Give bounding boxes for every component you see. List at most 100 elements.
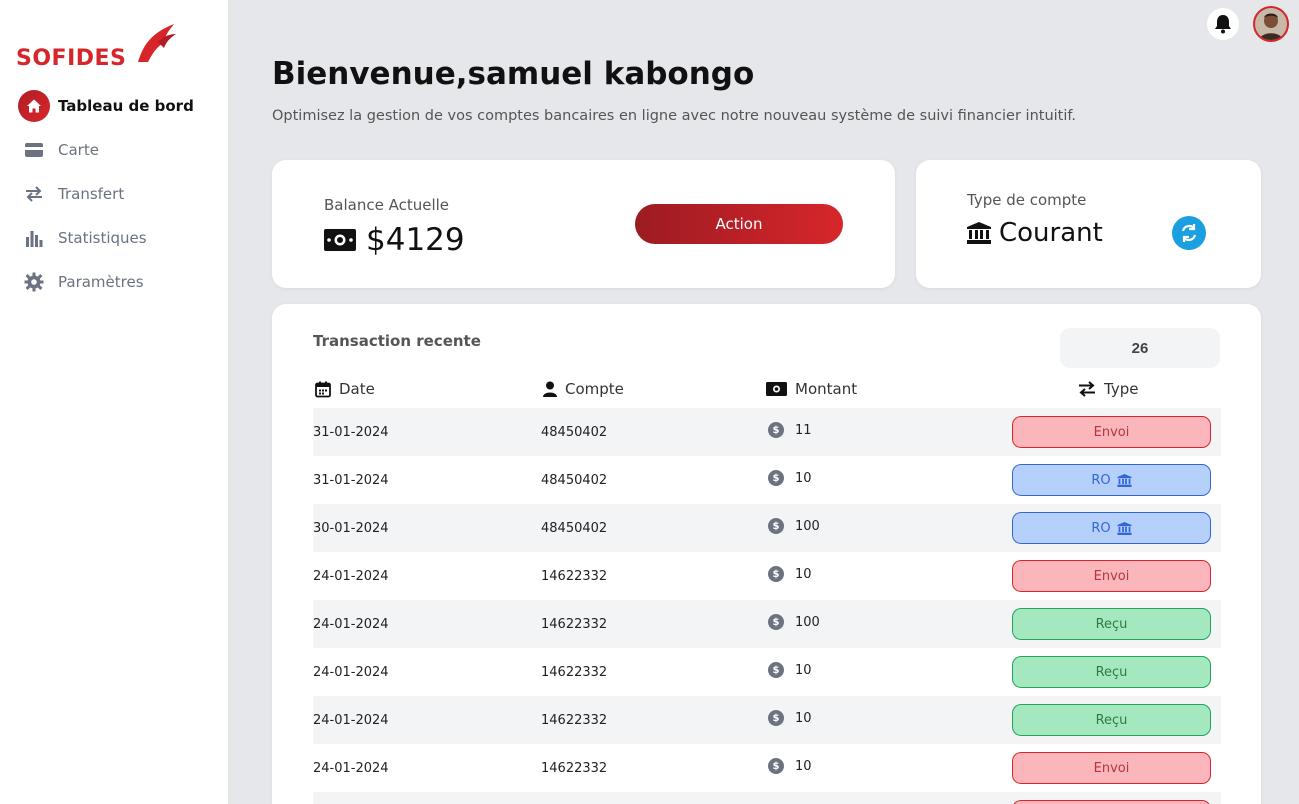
row-type-badge[interactable]: Envoi — [1012, 560, 1211, 592]
home-icon — [18, 90, 50, 122]
chart-icon — [18, 222, 50, 254]
transactions-header: Date Compte Montant Type — [313, 372, 1221, 406]
row-type-badge[interactable] — [1012, 800, 1211, 804]
action-button[interactable]: Action — [635, 204, 843, 244]
row-account: 14622332 — [541, 569, 608, 584]
sidebar-item-parametres[interactable]: Paramètres — [18, 260, 218, 304]
table-row[interactable]: 24-01-2024 14622332 $10 Envoi — [313, 552, 1221, 600]
sidebar-item-tableau-de-bord[interactable]: Tableau de bord — [18, 84, 218, 128]
account-type-value: Courant — [999, 218, 1103, 248]
money-icon — [324, 229, 356, 251]
row-account: 48450402 — [541, 521, 608, 536]
row-account: 14622332 — [541, 665, 608, 680]
user-icon — [543, 381, 557, 397]
column-type[interactable]: Type — [1078, 380, 1138, 398]
sidebar: SOFIDES Tableau de bord Carte Transfert — [0, 0, 228, 804]
row-type-badge[interactable]: Envoi — [1012, 752, 1211, 784]
row-amount: $100 — [768, 518, 820, 534]
table-row[interactable]: 24-01-2024 14622332 $100 Reçu — [313, 600, 1221, 648]
column-account-label: Compte — [565, 380, 624, 398]
row-amount: $10 — [768, 662, 812, 678]
bank-icon — [1117, 473, 1132, 487]
row-amount-value: 10 — [795, 566, 812, 582]
table-row[interactable]: 24-01-2024 14622332 $10 Envoi — [313, 744, 1221, 792]
dollar-coin-icon: $ — [768, 470, 784, 486]
money-icon — [766, 382, 787, 396]
transactions-title: Transaction recente — [313, 332, 481, 350]
column-date-label: Date — [339, 380, 375, 398]
account-type-value-row: Courant — [967, 218, 1103, 248]
sidebar-item-transfert[interactable]: Transfert — [18, 172, 218, 216]
row-type-label: Envoi — [1093, 760, 1130, 776]
row-type-label: RO — [1091, 472, 1111, 488]
sidebar-item-carte[interactable]: Carte — [18, 128, 218, 172]
dollar-coin-icon: $ — [768, 614, 784, 630]
table-row[interactable] — [313, 792, 1221, 804]
sidebar-item-label: Tableau de bord — [58, 97, 194, 115]
row-type-label: Reçu — [1095, 664, 1128, 680]
user-photo-icon — [1255, 8, 1287, 40]
row-type-badge[interactable]: Reçu — [1012, 704, 1211, 736]
row-date: 24-01-2024 — [313, 761, 389, 776]
balance-card: Balance Actuelle $4129 Action — [272, 160, 895, 288]
table-row[interactable]: 31-01-2024 48450402 $10 RO — [313, 456, 1221, 504]
sidebar-item-statistiques[interactable]: Statistiques — [18, 216, 218, 260]
row-date: 30-01-2024 — [313, 521, 389, 536]
row-account: 48450402 — [541, 425, 608, 440]
logo-text: SOFIDES — [16, 46, 127, 71]
column-account[interactable]: Compte — [543, 380, 624, 398]
page-title: Bienvenue,samuel kabongo — [272, 56, 755, 92]
table-row[interactable]: 24-01-2024 14622332 $10 Reçu — [313, 696, 1221, 744]
row-amount-value: 10 — [795, 662, 812, 678]
row-type-badge[interactable]: RO — [1012, 512, 1211, 544]
row-type-label: Reçu — [1095, 712, 1128, 728]
sidebar-item-label: Paramètres — [58, 273, 144, 291]
transfer-icon — [1079, 381, 1095, 397]
notifications-button[interactable] — [1207, 8, 1239, 40]
bell-icon — [1215, 15, 1231, 34]
row-amount-value: 11 — [795, 422, 812, 438]
dollar-coin-icon: $ — [768, 662, 784, 678]
row-type-badge[interactable]: Envoi — [1012, 416, 1211, 448]
account-type-card: Type de compte Courant — [916, 160, 1261, 288]
transactions-count[interactable]: 26 — [1060, 328, 1220, 368]
table-row[interactable]: 30-01-2024 48450402 $100 RO — [313, 504, 1221, 552]
calendar-icon — [315, 381, 331, 397]
row-amount: $10 — [768, 710, 812, 726]
row-amount-value: 10 — [795, 710, 812, 726]
sofides-logo[interactable]: SOFIDES — [16, 22, 176, 71]
row-amount-value: 100 — [795, 518, 820, 534]
row-type-label: RO — [1091, 520, 1111, 536]
row-amount: $10 — [768, 566, 812, 582]
row-date: 24-01-2024 — [313, 665, 389, 680]
row-amount-value: 10 — [795, 470, 812, 486]
row-amount: $11 — [768, 422, 812, 438]
row-account: 14622332 — [541, 761, 608, 776]
row-account: 48450402 — [541, 473, 608, 488]
row-type-badge[interactable]: Reçu — [1012, 608, 1211, 640]
sidebar-item-label: Transfert — [58, 185, 125, 203]
table-row[interactable]: 24-01-2024 14622332 $10 Reçu — [313, 648, 1221, 696]
column-type-label: Type — [1104, 380, 1139, 398]
balance-value: $4129 — [366, 222, 465, 258]
table-row[interactable]: 31-01-2024 48450402 $11 Envoi — [313, 408, 1221, 456]
column-date[interactable]: Date — [315, 380, 375, 398]
sidebar-nav: Tableau de bord Carte Transfert Statisti… — [18, 84, 218, 304]
sidebar-item-label: Carte — [58, 141, 99, 159]
sidebar-item-label: Statistiques — [58, 229, 147, 247]
dollar-coin-icon: $ — [768, 758, 784, 774]
row-type-badge[interactable]: RO — [1012, 464, 1211, 496]
transfer-icon — [18, 178, 50, 210]
avatar[interactable] — [1253, 6, 1289, 42]
bank-icon — [967, 222, 991, 244]
row-type-label: Reçu — [1095, 616, 1128, 632]
row-type-badge[interactable]: Reçu — [1012, 656, 1211, 688]
transactions-card: Transaction recente 26 Date Compte Monta… — [272, 304, 1261, 804]
row-account: 14622332 — [541, 617, 608, 632]
column-amount[interactable]: Montant — [766, 380, 857, 398]
gear-icon — [18, 266, 50, 298]
row-amount-value: 10 — [795, 758, 812, 774]
switch-account-button[interactable] — [1172, 216, 1206, 250]
row-date: 24-01-2024 — [313, 569, 389, 584]
row-amount: $10 — [768, 470, 812, 486]
